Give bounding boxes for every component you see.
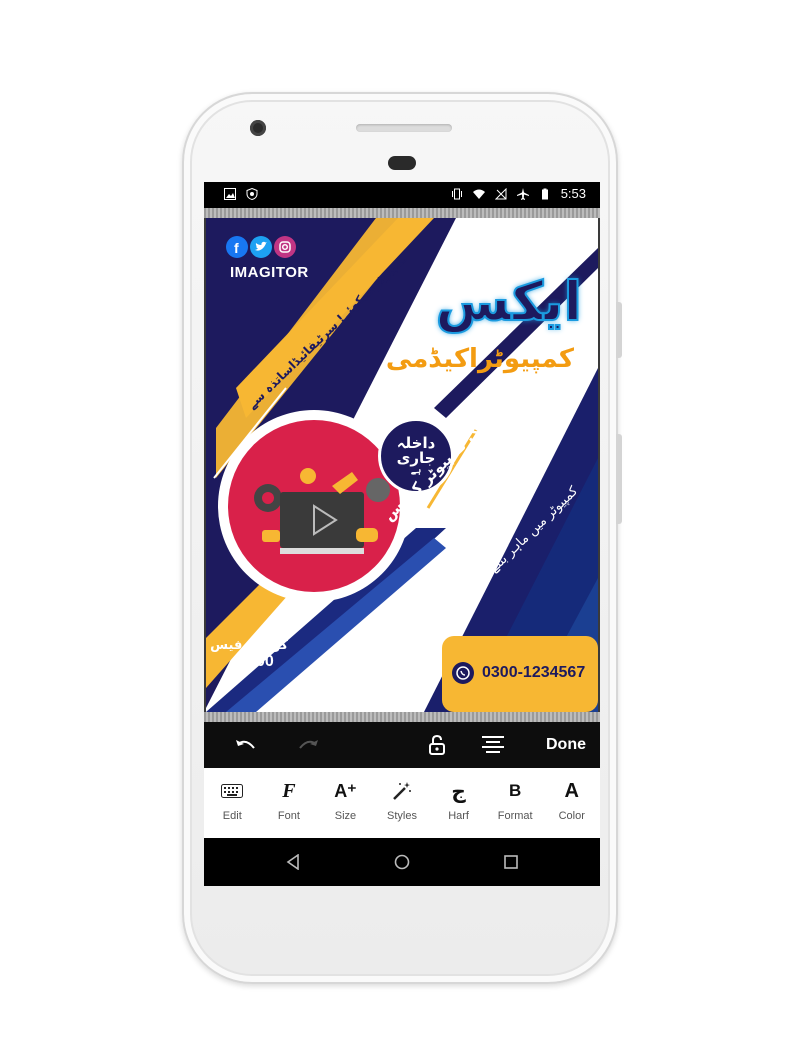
proximity-sensor: [388, 156, 416, 170]
undo-button[interactable]: [234, 732, 258, 758]
tool-tab-edit[interactable]: Edit: [204, 768, 261, 838]
social-icons: f: [226, 236, 296, 258]
status-time: 5:53: [560, 186, 586, 201]
tool-tab-format[interactable]: B Format: [487, 768, 544, 838]
no-signal-icon: [494, 187, 507, 199]
tool-label: Edit: [222, 810, 242, 822]
vibrate-icon: [451, 188, 462, 199]
airplane-mode-icon: [516, 187, 529, 200]
earpiece-speaker: [356, 124, 452, 132]
tool-label: Harf: [448, 810, 469, 822]
recents-icon[interactable]: [504, 855, 518, 869]
poster-title: ایکس: [434, 269, 583, 334]
tool-tab-harf[interactable]: ج Harf: [430, 768, 487, 838]
text-size-icon: A⁺: [334, 780, 357, 801]
tool-tabs: Edit F Font A⁺ Size Styles ج Harf B Form…: [204, 768, 600, 838]
shield-notification-icon: [246, 188, 258, 200]
brand-name: IMAGITOR: [230, 264, 309, 281]
poster-subtitle: کمپیوٹراکیڈمی: [385, 344, 574, 374]
image-notification-icon: [224, 188, 236, 200]
tool-tab-size[interactable]: A⁺ Size: [317, 768, 374, 838]
poster[interactable]: f IMAGITOR کمپیوٹرسیکھئے! سرٹیفائیڈاساتذ…: [206, 218, 598, 712]
bottom-ruler: [204, 712, 600, 722]
top-ruler: [204, 208, 600, 218]
fee-value: 1500: [238, 653, 274, 670]
phone-screen: 5:53 f IMAGITOR کمپیوٹرسیکھئے! سرٹیفائیڈ…: [204, 182, 600, 886]
align-button[interactable]: [480, 732, 506, 758]
status-bar: 5:53: [204, 182, 600, 208]
twitter-icon: [250, 236, 272, 258]
tool-label: Styles: [387, 810, 417, 822]
tool-tab-font[interactable]: F Font: [261, 768, 318, 838]
tool-tab-color[interactable]: A Color: [543, 768, 600, 838]
phone-number: 0300-1234567: [482, 664, 586, 681]
magic-wand-icon: [392, 778, 412, 804]
lock-button[interactable]: [426, 732, 448, 758]
phone-frame: 5:53 f IMAGITOR کمپیوٹرسیکھئے! سرٹیفائیڈ…: [182, 92, 622, 984]
done-button[interactable]: Done: [546, 732, 586, 758]
tool-label: Font: [277, 810, 300, 822]
editor-toolbar: Done: [204, 722, 600, 768]
contact-phone: 0300-1234567: [452, 662, 585, 684]
harf-icon: ج: [451, 779, 466, 803]
battery-icon: [541, 188, 548, 199]
front-camera: [250, 120, 266, 136]
tool-label: Format: [497, 810, 533, 822]
tool-label: Color: [558, 810, 585, 822]
unlock-icon: [429, 735, 445, 755]
power-button: [616, 434, 622, 524]
text-color-icon: A: [564, 779, 579, 802]
keyboard-icon: [221, 778, 244, 804]
undo-icon: [236, 740, 255, 749]
font-icon: F: [282, 779, 296, 802]
tool-tab-styles[interactable]: Styles: [374, 768, 431, 838]
tool-label: Size: [334, 810, 357, 822]
whatsapp-icon: [452, 662, 474, 684]
redo-icon: [299, 740, 318, 749]
bold-icon: B: [509, 781, 522, 800]
back-icon[interactable]: [286, 854, 300, 870]
wifi-icon: [472, 189, 485, 199]
volume-button: [616, 302, 622, 358]
instagram-icon: [274, 236, 296, 258]
align-center-icon: [482, 736, 504, 753]
svg-text:f: f: [234, 240, 239, 256]
fee-block: کورس فیس 1500: [210, 638, 288, 671]
navigation-bar: [204, 838, 600, 886]
redo-button[interactable]: [296, 732, 320, 758]
design-canvas[interactable]: f IMAGITOR کمپیوٹرسیکھئے! سرٹیفائیڈاساتذ…: [204, 208, 600, 722]
facebook-icon: f: [226, 236, 248, 258]
home-icon[interactable]: [394, 854, 410, 870]
fee-label: کورس فیس: [210, 638, 288, 653]
